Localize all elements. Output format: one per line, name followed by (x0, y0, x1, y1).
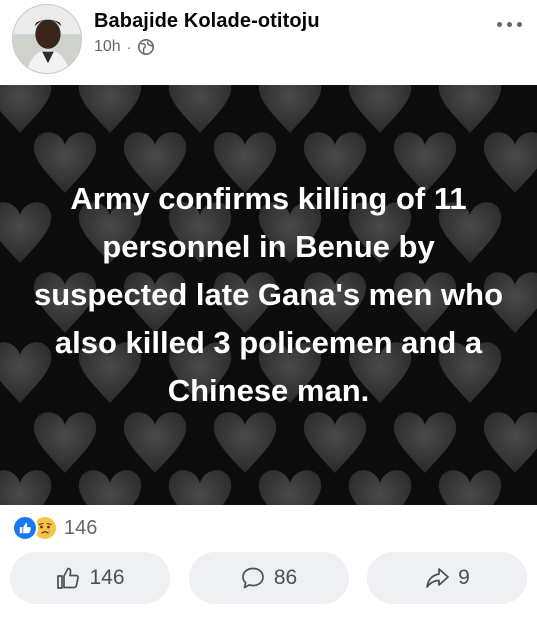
post-text-line: Army confirms killing of 11 (70, 181, 467, 216)
thumbs-up-icon (57, 567, 80, 589)
comment-count: 86 (273, 566, 298, 589)
post-text-line: personnel in Benue by (102, 229, 435, 264)
author-name[interactable]: Babajide Kolade-otitoju (94, 10, 320, 33)
post-image-text: Army confirms killing of 11 personnel in… (0, 85, 537, 505)
post-meta: 10h · (94, 38, 155, 56)
like-count: 146 (89, 566, 125, 589)
share-button[interactable]: 9 (367, 552, 527, 604)
share-icon (426, 568, 450, 588)
like-icon (12, 515, 38, 541)
comment-button[interactable]: 86 (188, 552, 349, 604)
meta-separator: · (126, 39, 132, 55)
reaction-count[interactable]: 146 (64, 517, 97, 540)
reactions-summary[interactable]: 146 (12, 514, 97, 542)
post-actions: 146 86 9 (10, 552, 527, 604)
post-image[interactable]: Army confirms killing of 11 personnel in… (0, 85, 537, 505)
post-header: Babajide Kolade-otitoju 10h · (0, 0, 537, 85)
globe-icon[interactable] (137, 38, 155, 56)
post-text-line: Chinese man. (167, 373, 370, 408)
avatar-image (13, 5, 81, 73)
more-options-icon[interactable] (495, 14, 525, 34)
avatar[interactable] (12, 4, 82, 74)
post-time[interactable]: 10h (94, 38, 121, 56)
post-text-line: suspected late Gana's men who (33, 277, 504, 312)
like-button[interactable]: 146 (10, 552, 170, 604)
share-count: 9 (458, 566, 470, 589)
comment-icon (241, 567, 264, 589)
post-text-line: also killed 3 policemen and a (54, 325, 483, 360)
